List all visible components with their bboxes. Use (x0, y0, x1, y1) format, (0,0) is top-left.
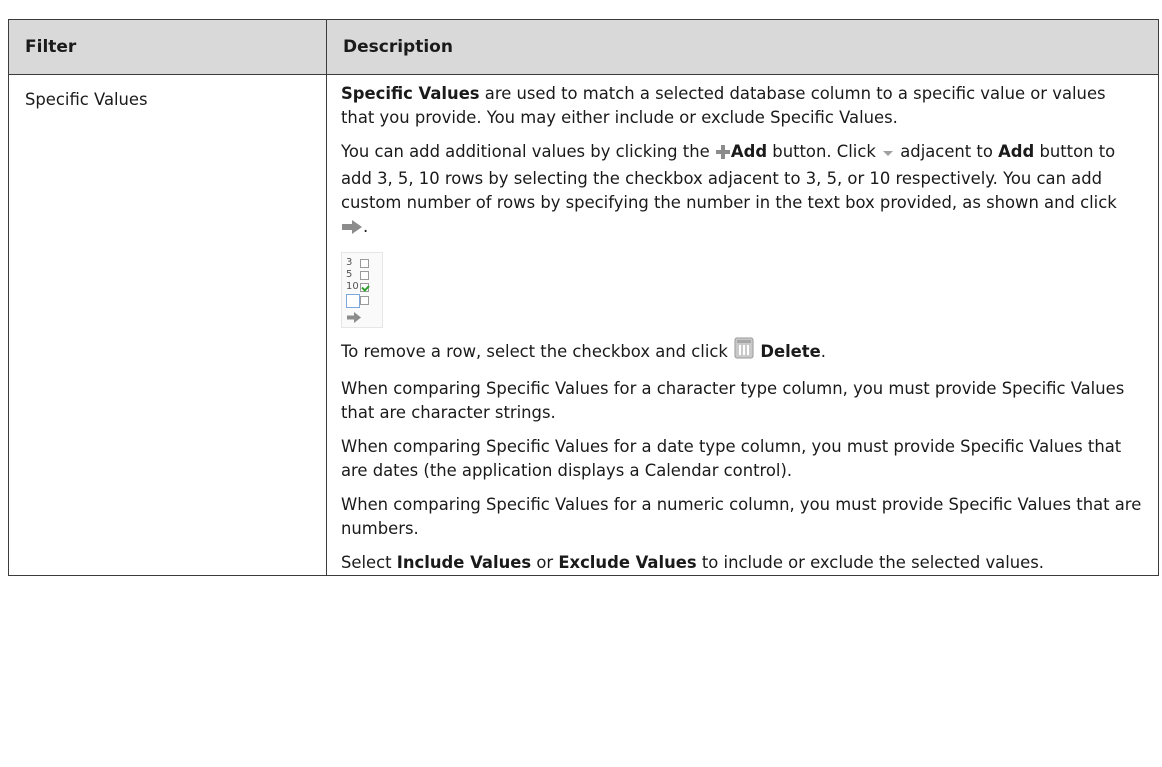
description-paragraph-date: When comparing Specific Values for a dat… (341, 437, 1122, 480)
term-specific-values: Specific Values (341, 84, 480, 103)
include-values-label: Include Values (396, 553, 532, 572)
add-rows-widget-example: 3 5 10 (341, 252, 383, 328)
rows-option-label: 10 (346, 281, 359, 292)
rows-checkbox-custom (360, 296, 369, 305)
add-text-2: button. Click (767, 142, 882, 161)
rows-option-label: 3 (346, 257, 353, 268)
rows-checkbox-5 (360, 270, 369, 280)
exclude-values-label: Exclude Values (558, 553, 697, 572)
description-paragraph-numeric: When comparing Specific Values for a num… (341, 495, 1142, 538)
rows-option-10: 10 (346, 281, 378, 293)
description-paragraph-delete: To remove a row, select the checkbox and… (341, 336, 1142, 367)
filter-cell: Specific Values (8, 74, 327, 576)
delete-button-label: Delete (760, 342, 821, 361)
add-button-label-2: Add (998, 142, 1035, 161)
rows-option-label: 5 (346, 269, 353, 280)
table-header-row: Filter Description (8, 19, 1159, 75)
right-arrow-icon (341, 218, 363, 242)
rows-option-3: 3 (346, 257, 378, 269)
right-arrow-icon (346, 312, 378, 324)
column-header-filter: Filter (8, 19, 327, 75)
add-button-label: Add (730, 142, 768, 161)
delete-text-2: . (820, 342, 826, 361)
description-cell: Specific Values are used to match a sele… (326, 74, 1159, 576)
description-paragraph-character: When comparing Specific Values for a cha… (341, 379, 1125, 422)
select-text-3: to include or exclude the selected value… (696, 553, 1044, 572)
column-header-description: Description (326, 19, 1159, 75)
filter-description-table: Filter Description Specific Values Speci… (8, 19, 1159, 576)
add-text-1: You can add additional values by clickin… (341, 142, 715, 161)
custom-rows-input (346, 293, 360, 308)
description-paragraph-intro: Specific Values are used to match a sele… (341, 82, 1142, 130)
add-text-5: . (363, 217, 369, 236)
rows-option-5: 5 (346, 269, 378, 281)
select-text-2: or (531, 553, 559, 572)
table-row: Specific Values Specific Values are used… (8, 74, 1159, 576)
delete-text-1: To remove a row, select the checkbox and… (341, 342, 734, 361)
rows-checkbox-10 (360, 282, 369, 292)
plus-icon (715, 143, 731, 167)
description-paragraph-add-rows: You can add additional values by clickin… (341, 140, 1142, 242)
select-text-1: Select (341, 553, 397, 572)
rows-checkbox-3 (360, 258, 369, 268)
add-text-3: adjacent to (895, 142, 999, 161)
trash-icon (733, 336, 755, 367)
rows-option-custom (346, 293, 378, 308)
description-paragraph-include-exclude: Select Include Values or Exclude Values … (341, 551, 1142, 575)
dropdown-arrow-icon (881, 143, 895, 167)
